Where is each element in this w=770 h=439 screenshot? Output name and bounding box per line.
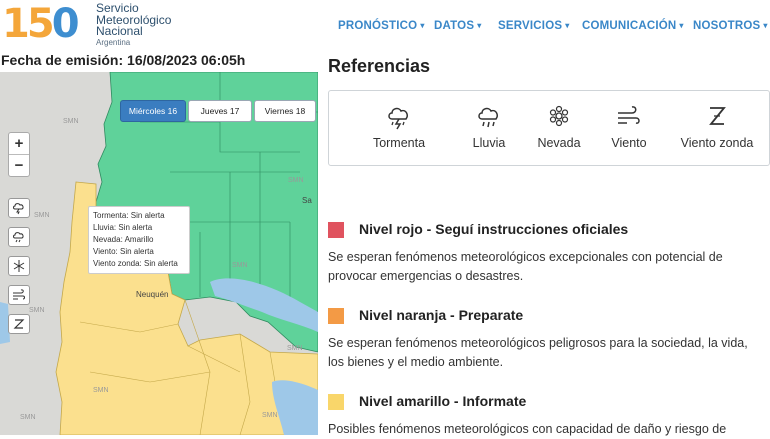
nav-servicios[interactable]: SERVICIOS ▾: [498, 20, 569, 32]
logo-line-nacional: Nacional: [96, 24, 143, 38]
references-legend: Tormenta Lluvia Nevada Viento Viento zon…: [328, 90, 770, 166]
chevron-down-icon: ▾: [565, 21, 570, 30]
legend-item-viento: Viento: [579, 91, 679, 165]
legend-item-tormenta: Tormenta: [349, 91, 449, 165]
map-watermark: SMN: [29, 307, 45, 314]
wind-icon: [13, 289, 25, 300]
alert-map-panel: Fecha de emisión: 16/08/2023 06:05h SMN …: [0, 52, 318, 435]
chevron-down-icon: ▾: [679, 21, 684, 30]
logo-150-mark: 150: [2, 1, 80, 47]
storm-icon: [388, 107, 408, 130]
emission-date: Fecha de emisión: 16/08/2023 06:05h: [0, 52, 318, 72]
nav-pronostico[interactable]: PRONÓSTICO ▾: [338, 20, 425, 32]
map-watermark: SMN: [93, 387, 109, 394]
level-title: Nivel rojo - Seguí instrucciones oficial…: [359, 221, 629, 237]
layer-snow-button[interactable]: [8, 256, 30, 276]
rain-icon: [478, 107, 498, 128]
smn-logo[interactable]: 150 Servicio Meteorológico Nacional Arge…: [0, 0, 200, 50]
level-yellow: Nivel amarillo - Informate Posibles fenó…: [328, 392, 768, 439]
legend-label: Tormenta: [372, 136, 426, 150]
city-label-partial: Sa: [302, 196, 312, 205]
nav-datos[interactable]: DATOS ▾: [434, 20, 481, 32]
level-description: Se esperan fenómenos meteorológicos peli…: [328, 336, 748, 369]
level-description: Se esperan fenómenos meteorológicos exce…: [328, 250, 723, 283]
legend-item-viento-zonda: Viento zonda: [667, 91, 767, 165]
logo-line-argentina: Argentina: [96, 37, 131, 47]
references-title: Referencias: [328, 56, 431, 76]
legend-label: Viento: [611, 136, 647, 150]
level-description: Posibles fenómenos meteorológicos con ca…: [328, 422, 727, 436]
logo-text: Servicio Meteorológico Nacional Argentin…: [96, 2, 171, 48]
layer-zonda-button[interactable]: [8, 314, 30, 334]
level-orange: Nivel naranja - Preparate Se esperan fen…: [328, 306, 768, 372]
map-watermark: SMN: [34, 212, 50, 219]
tooltip-line: Tormenta: Sin alerta: [93, 211, 165, 220]
tab-jueves-17[interactable]: Jueves 17: [188, 100, 252, 122]
nav-nosotros[interactable]: NOSOTROS ▾: [693, 20, 768, 32]
orange-swatch: [328, 308, 344, 324]
site-header: 150 Servicio Meteorológico Nacional Arge…: [0, 0, 770, 53]
alert-map[interactable]: SMN SMN SMN SMN SMN SMN SMN SMN SMN Neuq…: [0, 72, 318, 435]
map-watermark: SMN: [232, 262, 248, 269]
tab-viernes-18[interactable]: Viernes 18: [254, 100, 316, 122]
zoom-control: + −: [8, 132, 30, 177]
snow-icon: [549, 105, 569, 127]
tooltip-line: Viento: Sin alerta: [93, 247, 154, 256]
map-watermark: SMN: [288, 177, 304, 184]
storm-icon: [13, 203, 24, 215]
chevron-down-icon: ▾: [763, 21, 768, 30]
chevron-down-icon: ▾: [477, 21, 482, 30]
zoom-out-button[interactable]: −: [9, 155, 29, 176]
level-title: Nivel amarillo - Informate: [359, 393, 527, 409]
rain-icon: [13, 232, 24, 243]
tooltip-line: Nevada: Amarillo: [93, 235, 154, 244]
level-red: Nivel rojo - Seguí instrucciones oficial…: [328, 220, 768, 286]
legend-label: Viento zonda: [680, 136, 754, 150]
tooltip-line: Lluvia: Sin alerta: [93, 223, 153, 232]
map-watermark: SMN: [262, 412, 278, 419]
layer-storm-button[interactable]: [8, 198, 30, 218]
tab-miercoles-16[interactable]: Miércoles 16: [120, 100, 186, 122]
zoom-in-button[interactable]: +: [9, 133, 29, 155]
zonda-icon: [13, 319, 25, 329]
map-watermark: SMN: [287, 345, 303, 352]
nav-comunicacion[interactable]: COMUNICACIÓN ▾: [582, 20, 684, 32]
snow-icon: [13, 260, 25, 272]
layer-wind-button[interactable]: [8, 285, 30, 305]
tooltip-line: Viento zonda: Sin alerta: [93, 259, 178, 268]
level-title: Nivel naranja - Preparate: [359, 307, 524, 323]
map-watermark: SMN: [63, 118, 79, 125]
yellow-swatch: [328, 394, 344, 410]
city-label-neuquen: Neuquén: [136, 290, 169, 299]
layer-rain-button[interactable]: [8, 227, 30, 247]
wind-icon: [618, 106, 640, 124]
chevron-down-icon: ▾: [420, 21, 425, 30]
map-watermark: SMN: [20, 414, 36, 421]
red-swatch: [328, 222, 344, 238]
zonda-icon: [709, 107, 726, 125]
references-panel: Referencias Tormenta Lluvia Nevada Vient…: [318, 52, 770, 436]
zone-alert-tooltip: Tormenta: Sin alerta Lluvia: Sin alerta …: [88, 206, 190, 274]
